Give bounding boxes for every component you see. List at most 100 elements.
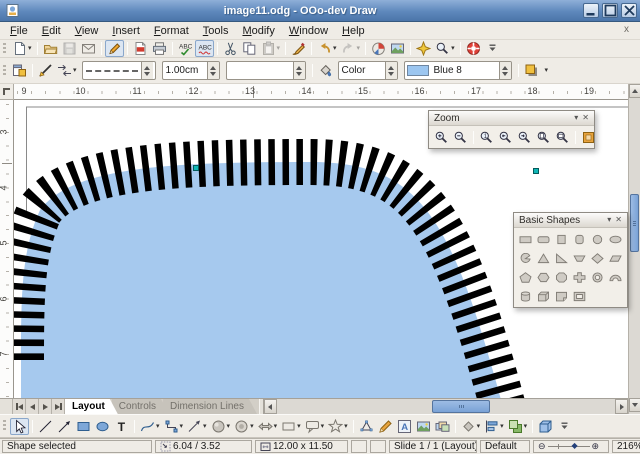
toolbar-overflow-button[interactable]: ▾	[545, 67, 549, 74]
cut-button[interactable]	[221, 40, 240, 57]
spinner[interactable]	[385, 62, 397, 79]
toolbar-overflow-button[interactable]	[555, 418, 574, 435]
auto-spellcheck-button[interactable]: ABC	[195, 40, 214, 57]
rounded-square-shape-button[interactable]	[570, 231, 588, 247]
new-document-button[interactable]: ▾	[10, 40, 34, 57]
next-page-button[interactable]	[39, 399, 52, 414]
diamond-shape-button[interactable]	[589, 250, 607, 266]
scroll-up-arrow[interactable]	[629, 84, 640, 98]
menu-window[interactable]: Window	[282, 24, 335, 38]
area-style-select[interactable]: Color	[338, 61, 398, 80]
isosceles-triangle-shape-button[interactable]	[534, 250, 552, 266]
edit-file-button[interactable]	[105, 40, 124, 57]
from-file-button[interactable]	[414, 418, 433, 435]
zoom-out-button[interactable]	[451, 128, 470, 146]
insert-image-button[interactable]	[388, 40, 407, 57]
minimize-button[interactable]	[583, 3, 599, 18]
ring-shape-button[interactable]	[589, 269, 607, 285]
tab-controls[interactable]: Controls	[112, 399, 169, 414]
undo-button[interactable]: ▾	[315, 40, 339, 57]
zoom-previous-button[interactable]	[496, 128, 515, 146]
block-arc-shape-button[interactable]	[607, 269, 625, 285]
circle-shape-button[interactable]	[589, 231, 607, 247]
horizontal-scrollbar-thumb[interactable]	[432, 400, 490, 413]
ellipse-button[interactable]	[93, 418, 112, 435]
toolbar-overflow-button[interactable]	[483, 40, 502, 57]
vertical-scrollbar-thumb[interactable]	[630, 194, 639, 252]
fontwork-button[interactable]: A	[395, 418, 414, 435]
spellcheck-button[interactable]: ABC	[176, 40, 195, 57]
last-page-button[interactable]	[52, 399, 65, 414]
zoom-slider-thumb[interactable]: ◆	[572, 442, 578, 450]
alignment-button[interactable]: ▾	[482, 418, 506, 435]
folded-corner-shape-button[interactable]	[552, 288, 570, 304]
zoom-next-button[interactable]	[515, 128, 534, 146]
line-width-input[interactable]: 1.00cm	[162, 61, 220, 80]
curve-button[interactable]: ▾	[138, 418, 162, 435]
rectangle-shape-button[interactable]	[516, 231, 534, 247]
palette-close-icon[interactable]: ✕	[582, 114, 589, 122]
zoom-slider-track[interactable]: ◆	[548, 446, 590, 447]
export-pdf-button[interactable]	[131, 40, 150, 57]
horizontal-scrollbar-track[interactable]	[277, 399, 615, 414]
circle-pie-shape-button[interactable]	[516, 250, 534, 266]
line-properties-button[interactable]	[36, 62, 55, 79]
basic-shapes-titlebar[interactable]: Basic Shapes ▾ ✕	[514, 213, 627, 228]
clone-formatting-button[interactable]	[289, 40, 308, 57]
print-button[interactable]	[150, 40, 169, 57]
flowcharts-button[interactable]: ▾	[279, 418, 303, 435]
line-button[interactable]	[36, 418, 55, 435]
cube-shape-button[interactable]	[534, 288, 552, 304]
paste-button[interactable]: ▾	[259, 40, 283, 57]
arrow-button[interactable]	[55, 418, 74, 435]
extrusion-button[interactable]	[536, 418, 555, 435]
spinner[interactable]	[207, 62, 219, 79]
horizontal-ruler[interactable]: 910111213141516171819	[14, 84, 628, 100]
document-as-email-button[interactable]	[79, 40, 98, 57]
zoom-in-button[interactable]	[432, 128, 451, 146]
toolbar-grip[interactable]	[3, 65, 6, 77]
symbol-shapes-button[interactable]: ▾	[232, 418, 256, 435]
zoom-out-slider-icon[interactable]: ⊖	[538, 442, 546, 451]
line-color-select[interactable]	[226, 61, 306, 80]
zoom-page-button[interactable]	[534, 128, 553, 146]
tab-layout[interactable]: Layout	[65, 399, 118, 414]
styles-formatting-button[interactable]	[10, 62, 29, 79]
cross-shape-button[interactable]	[570, 269, 588, 285]
help-button[interactable]	[464, 40, 483, 57]
parallelogram-shape-button[interactable]	[607, 250, 625, 266]
palette-menu-icon[interactable]: ▾	[574, 114, 578, 122]
vertical-ruler[interactable]: 34567	[0, 100, 14, 398]
menu-insert[interactable]: Insert	[105, 24, 147, 38]
open-button[interactable]	[41, 40, 60, 57]
scroll-down-arrow[interactable]	[629, 398, 640, 412]
first-page-button[interactable]	[13, 399, 26, 414]
line-style-select[interactable]	[82, 61, 156, 80]
stars-button[interactable]: ▾	[326, 418, 350, 435]
palette-close-icon[interactable]: ✕	[615, 216, 622, 224]
spinner[interactable]	[293, 62, 305, 79]
square-shape-button[interactable]	[552, 231, 570, 247]
maximize-button[interactable]	[602, 3, 618, 18]
area-properties-button[interactable]	[316, 62, 335, 79]
gallery-button[interactable]	[433, 418, 452, 435]
zoom-in-slider-icon[interactable]: ⊕	[592, 442, 600, 451]
spinner[interactable]	[499, 62, 511, 79]
status-page-style[interactable]: Default	[480, 440, 530, 453]
navigator-button[interactable]	[414, 40, 433, 57]
arrow-style-button[interactable]: ▾	[55, 62, 79, 79]
menu-view[interactable]: View	[68, 24, 106, 38]
zoom-page-width-button[interactable]	[553, 128, 572, 146]
edit-points-button[interactable]	[357, 418, 376, 435]
connector-button[interactable]: ▾	[162, 418, 186, 435]
cylinder-shape-button[interactable]	[516, 288, 534, 304]
regular-pentagon-shape-button[interactable]	[516, 269, 534, 285]
ellipse-shape-button[interactable]	[607, 231, 625, 247]
save-button[interactable]	[60, 40, 79, 57]
hexagon-shape-button[interactable]	[534, 269, 552, 285]
close-document-button[interactable]: x	[619, 24, 634, 37]
right-triangle-shape-button[interactable]	[552, 250, 570, 266]
frame-shape-button[interactable]	[570, 288, 588, 304]
selection-handle[interactable]	[193, 165, 199, 171]
scroll-right-arrow[interactable]	[615, 399, 628, 414]
